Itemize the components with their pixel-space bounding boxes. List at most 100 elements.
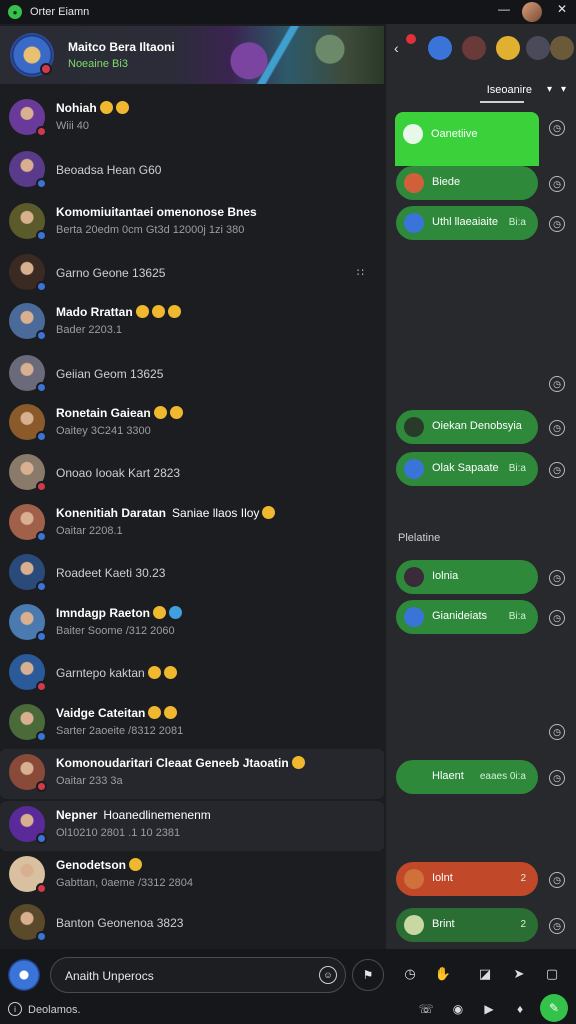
filter-dropdown[interactable]: Iseoanire bbox=[487, 84, 532, 96]
side-action-button[interactable]: ◷ bbox=[549, 376, 565, 392]
side-item[interactable]: Oanetiive bbox=[395, 112, 539, 166]
chat-name: Konenitiah Daratan Saniae llaos Iloy bbox=[56, 506, 276, 520]
chat-row[interactable]: Genodetson Gabttan, 0aeme /3312 2804 bbox=[0, 851, 384, 901]
participant-avatar[interactable] bbox=[496, 36, 520, 60]
chat-extra-text: Hoanedlinemenenm bbox=[103, 808, 211, 822]
emoji-icon[interactable]: ☺ bbox=[319, 966, 337, 984]
attach-button[interactable]: ⚑ bbox=[352, 959, 384, 991]
side-item[interactable]: Gianideiats Bi:a bbox=[396, 600, 538, 634]
emoji-icon bbox=[151, 305, 165, 318]
chat-row[interactable]: Nohiah Wiii 40 bbox=[0, 94, 384, 144]
chat-name: Nepner Hoanedlinemenenm bbox=[56, 808, 211, 822]
chat-row[interactable]: Geiian Geom 13625 bbox=[0, 350, 384, 400]
avatar-badge bbox=[36, 931, 47, 942]
chat-preview: Baiter Soome /312 2060 bbox=[56, 625, 175, 637]
side-item[interactable]: Brint 2 bbox=[396, 908, 538, 942]
compose-avatar[interactable] bbox=[8, 959, 40, 991]
chat-row[interactable]: Beoadsa Hean G60 bbox=[0, 146, 384, 196]
emoji-icon bbox=[164, 706, 178, 719]
side-action-button[interactable]: ◷ bbox=[549, 120, 565, 136]
chat-row[interactable]: Garntepo kaktan bbox=[0, 649, 384, 699]
chat-row[interactable]: Komonoudaritari Cleaat Geneeb Jtaoatin Oa… bbox=[0, 749, 384, 799]
side-item-label: Olak Sapaate bbox=[432, 462, 499, 474]
side-item[interactable]: Olak Sapaate Bi:a bbox=[396, 452, 538, 486]
participant-avatar[interactable] bbox=[428, 36, 452, 60]
chat-name: Ronetain Gaiean bbox=[56, 406, 183, 420]
chat-row[interactable]: Konenitiah Daratan Saniae llaos Iloy Oaita… bbox=[0, 499, 384, 549]
chat-row[interactable]: Imndagp Raeton Baiter Soome /312 2060 bbox=[0, 599, 384, 649]
side-item-meta: Bi:a bbox=[508, 611, 526, 622]
side-action-button[interactable]: ◷ bbox=[549, 872, 565, 888]
chat-row[interactable]: Mado Rrattan Bader 2203.1 bbox=[0, 298, 384, 348]
emoji-icon bbox=[147, 666, 161, 679]
side-item-label: Iolnt bbox=[432, 872, 453, 884]
side-action-button[interactable]: ◷ bbox=[549, 918, 565, 934]
avatar-badge bbox=[36, 230, 47, 241]
chat-avatar bbox=[9, 504, 47, 542]
bell-icon[interactable]: ♦ bbox=[512, 1001, 528, 1017]
emoji-icon bbox=[169, 406, 183, 419]
chat-avatar bbox=[9, 303, 47, 341]
participant-avatar[interactable] bbox=[550, 36, 574, 60]
chat-row[interactable]: Vaidge Cateitan Sarter 2aoeite /8312 2081 bbox=[0, 699, 384, 749]
side-item[interactable]: Biede bbox=[396, 166, 538, 200]
chat-row[interactable]: Roadeet Kaeti 30.23 bbox=[0, 549, 384, 599]
side-action-button[interactable]: ◷ bbox=[549, 176, 565, 192]
grid-icon[interactable]: ∷ bbox=[357, 266, 365, 279]
chat-row[interactable]: Banton Geonenoa 3823 bbox=[0, 899, 384, 949]
chat-row[interactable]: Komomiuitantaei omenonose Bnes Berta 20ed… bbox=[0, 198, 384, 248]
message-input[interactable]: Anaith Unperocs ☺ bbox=[50, 957, 346, 993]
side-item[interactable]: Oiekan Denobsyia bbox=[396, 410, 538, 444]
side-action-button[interactable]: ◷ bbox=[549, 570, 565, 586]
send-icon[interactable]: ➤ bbox=[510, 965, 528, 983]
side-item[interactable]: Hlaent eaaes 0i:a bbox=[396, 760, 538, 794]
side-item[interactable]: Uthl llaeaiaite Bi:a bbox=[396, 206, 538, 240]
side-item[interactable]: Iolnia bbox=[396, 560, 538, 594]
side-action-button[interactable]: ◷ bbox=[549, 724, 565, 740]
video-icon[interactable]: ▶ bbox=[481, 1001, 497, 1017]
clock-icon[interactable]: ◷ bbox=[401, 965, 419, 983]
app-logo-icon: ● bbox=[8, 5, 22, 19]
account-avatar[interactable] bbox=[522, 2, 542, 22]
window-icon[interactable]: ▢ bbox=[543, 965, 561, 983]
chevron-down-icon[interactable]: ▾ bbox=[561, 84, 566, 95]
chat-avatar bbox=[9, 904, 47, 942]
side-action-button[interactable]: ◷ bbox=[549, 770, 565, 786]
chat-row[interactable]: Onoao Iooak Kart 2823 bbox=[0, 449, 384, 499]
participant-avatar[interactable] bbox=[526, 36, 550, 60]
side-action-button[interactable]: ◷ bbox=[549, 610, 565, 626]
side-item-icon bbox=[404, 607, 424, 627]
chat-avatar bbox=[9, 856, 47, 894]
call-icon[interactable]: ☏ bbox=[418, 1001, 434, 1017]
hand-icon[interactable]: ✋ bbox=[434, 965, 452, 983]
chat-row[interactable]: Ronetain Gaiean Oaitey 3C241 3300 bbox=[0, 399, 384, 449]
chart-icon[interactable]: ◪ bbox=[476, 965, 494, 983]
minimize-button[interactable]: — bbox=[495, 2, 513, 16]
close-button[interactable]: ✕ bbox=[553, 2, 571, 16]
side-action-button[interactable]: ◷ bbox=[549, 216, 565, 232]
side-item-label: Biede bbox=[432, 176, 461, 188]
chat-name: Komomiuitantaei omenonose Bnes bbox=[56, 205, 257, 219]
compose-button[interactable]: ✎ bbox=[540, 994, 568, 1022]
chat-preview: Berta 20edm 0cm Gt3d 12000j 1zi 380 bbox=[56, 224, 245, 236]
chat-name: Vaidge Cateitan bbox=[56, 706, 178, 720]
emoji-icon bbox=[262, 506, 276, 519]
bottom-bar: Anaith Unperocs ☺ ⚑ ◷ ✋ ◪ ➤ ▢ i Deolamos… bbox=[0, 949, 576, 1024]
chat-name-text: Onoao Iooak Kart 2823 bbox=[56, 466, 181, 480]
side-item[interactable]: Iolnt 2 bbox=[396, 862, 538, 896]
profile-banner[interactable]: Maitco Bera Iltaoni Noeaine Bi3 bbox=[0, 26, 384, 84]
chat-preview: Oaitey 3C241 3300 bbox=[56, 425, 151, 437]
record-icon[interactable]: ◉ bbox=[450, 1001, 466, 1017]
emoji-icon bbox=[129, 858, 143, 871]
participant-avatar[interactable] bbox=[462, 36, 486, 60]
chat-preview: Ol10210 2801 .1 10 2381 bbox=[56, 827, 181, 839]
profile-name: Maitco Bera Iltaoni bbox=[68, 40, 175, 54]
chevron-down-icon[interactable]: ▾ bbox=[547, 84, 552, 95]
chat-row[interactable]: Garno Geone 13625 ∷ bbox=[0, 249, 384, 299]
back-arrow-icon[interactable]: ‹ bbox=[394, 40, 399, 56]
side-action-button[interactable]: ◷ bbox=[549, 420, 565, 436]
chat-list-pane: Maitco Bera Iltaoni Noeaine Bi3 Nohiah Wi… bbox=[0, 24, 384, 949]
side-action-button[interactable]: ◷ bbox=[549, 462, 565, 478]
chat-row[interactable]: Nepner Hoanedlinemenenm Ol10210 2801 .1 10… bbox=[0, 801, 384, 851]
chat-name-text: Ronetain Gaiean bbox=[56, 406, 151, 420]
